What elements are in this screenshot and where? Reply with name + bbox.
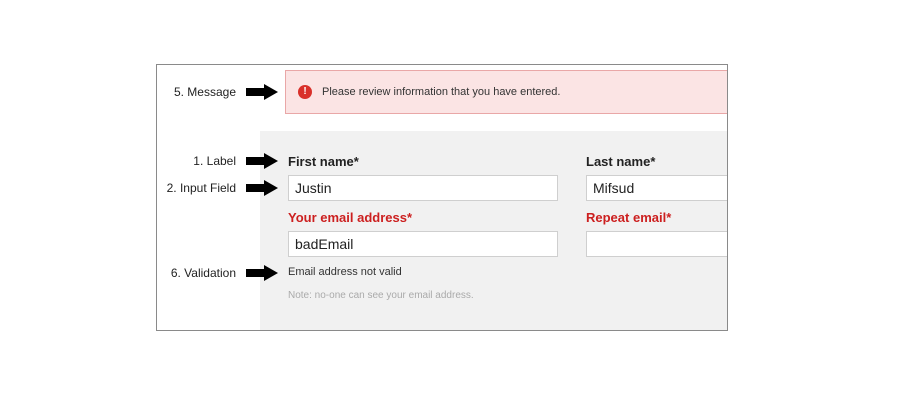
repeat-email-label: Repeat email*: [586, 210, 671, 225]
required-marker: *: [650, 154, 656, 169]
last-name-label: Last name*: [586, 154, 655, 169]
exclamation-circle-icon: !: [298, 85, 312, 99]
arrow-right-icon: [246, 84, 280, 100]
error-message-banner: ! Please review information that you hav…: [285, 70, 727, 114]
first-name-label: First name*: [288, 154, 359, 169]
last-name-input[interactable]: [586, 175, 727, 201]
email-privacy-note: Note: no-one can see your email address.: [288, 290, 474, 301]
email-label: Your email address*: [288, 210, 412, 225]
email-validation-message: Email address not valid: [288, 266, 402, 278]
arrow-right-icon: [246, 265, 280, 281]
required-marker: *: [666, 210, 672, 225]
error-message-text: Please review information that you have …: [322, 86, 561, 98]
arrow-right-icon: [246, 180, 280, 196]
required-marker: *: [406, 210, 413, 225]
annotation-message: 5. Message: [173, 85, 236, 99]
required-marker: *: [353, 154, 359, 169]
last-name-label-text: Last name: [586, 154, 651, 169]
repeat-email-label-text: Repeat email: [586, 210, 667, 225]
annotation-label: 1. Label: [193, 154, 236, 168]
first-name-label-text: First name: [288, 154, 354, 169]
annotation-validation: 6. Validation: [170, 266, 236, 280]
first-name-input[interactable]: [288, 175, 558, 201]
email-label-text: Your email address: [288, 210, 407, 225]
email-input[interactable]: [288, 231, 558, 257]
annotation-input-field: 2. Input Field: [166, 181, 236, 195]
repeat-email-input[interactable]: [586, 231, 727, 257]
arrow-right-icon: [246, 153, 280, 169]
